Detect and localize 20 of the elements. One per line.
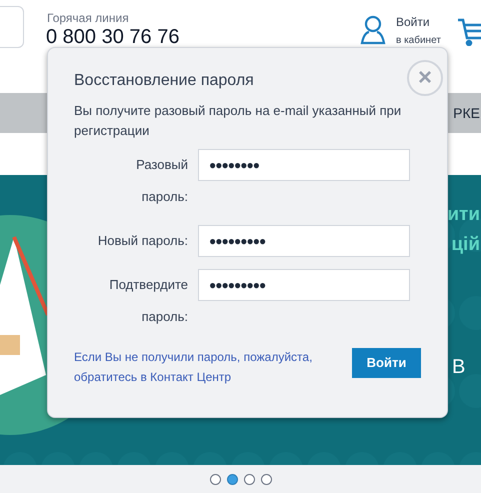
field-label: Подтвердите пароль:: [108, 276, 188, 326]
dialog-description: Вы получите разовый пароль на e-mail указанный при регистрации: [74, 102, 402, 140]
contact-center-link[interactable]: Если Вы не получили пароль, пожалуйста, обратитесь в Контакт Центр: [74, 347, 336, 387]
dialog-title: Восстановление пароля: [74, 71, 254, 91]
hotline-label: Горячая линия: [47, 10, 129, 27]
user-icon[interactable]: [360, 15, 386, 45]
cart-icon[interactable]: [458, 18, 481, 46]
password-field[interactable]: ●●●●●●●●●: [198, 269, 410, 301]
banner-text: ити: [447, 203, 480, 227]
field-label: Разовый пароль:: [135, 156, 188, 206]
login-sublink[interactable]: в кабинет: [396, 33, 441, 48]
nav-item[interactable]: РКЕ: [453, 102, 480, 124]
banner-text: В: [452, 355, 466, 379]
password-field[interactable]: ●●●●●●●●: [198, 149, 410, 181]
login-link[interactable]: Войти: [396, 14, 430, 30]
hotline-number: 0 800 30 76 76: [46, 25, 180, 50]
banner-text: цій: [451, 233, 480, 257]
login-button[interactable]: Войти: [352, 348, 421, 378]
field-label: Новый пароль:: [96, 232, 188, 250]
password-field[interactable]: ●●●●●●●●●: [198, 225, 410, 257]
